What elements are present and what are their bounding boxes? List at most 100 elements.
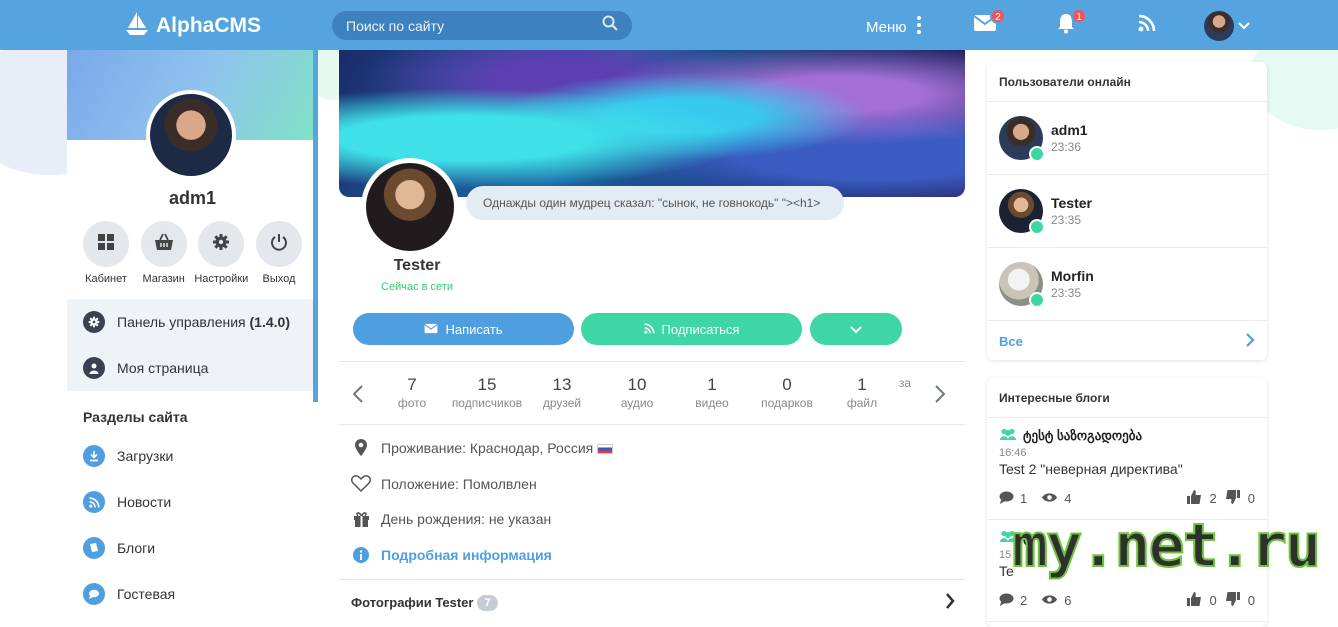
russia-flag-icon bbox=[597, 443, 614, 454]
info-icon bbox=[351, 547, 371, 563]
online-users-title: Пользователи онлайн bbox=[987, 62, 1267, 102]
menu-label: Меню bbox=[866, 18, 907, 36]
notifications-badge: 1 bbox=[1071, 8, 1087, 24]
my-page-label: Моя страница bbox=[117, 360, 209, 376]
settings-button[interactable]: Настройки bbox=[193, 221, 249, 285]
sidebar-item-news[interactable]: Новости bbox=[67, 479, 318, 525]
details-link[interactable]: Подробная информация bbox=[381, 547, 552, 563]
write-label: Написать bbox=[445, 321, 503, 337]
sidebar-scrollbar[interactable] bbox=[313, 50, 318, 402]
divider bbox=[339, 361, 965, 362]
relationship-text: Положение: Помолвлен bbox=[381, 475, 537, 492]
status-bubble: Однажды один мудрец сказал: "сынок, не г… bbox=[466, 186, 844, 220]
photos-label: Фотографии Tester bbox=[351, 595, 474, 610]
rss-button[interactable] bbox=[1134, 13, 1160, 37]
avatar[interactable] bbox=[146, 90, 236, 180]
more-actions-button[interactable] bbox=[810, 313, 902, 345]
book-icon bbox=[83, 537, 105, 559]
stat-video[interactable]: 1 видео bbox=[672, 375, 752, 410]
quick-actions: Кабинет Магазин Настройки Выход bbox=[67, 221, 318, 285]
search-icon[interactable] bbox=[602, 15, 618, 36]
user-menu[interactable] bbox=[1204, 11, 1250, 41]
blog-time: 16:46 bbox=[999, 447, 1027, 459]
online-indicator-icon bbox=[1029, 292, 1045, 308]
messages-button[interactable]: 2 bbox=[972, 8, 1006, 37]
logout-label: Выход bbox=[262, 273, 296, 285]
stat-photos[interactable]: 7 фото bbox=[372, 375, 452, 410]
likes-count: 0 bbox=[1209, 593, 1217, 608]
cabinet-button[interactable]: Кабинет bbox=[78, 221, 134, 285]
user-icon bbox=[83, 357, 105, 379]
shop-button[interactable]: Магазин bbox=[136, 221, 192, 285]
stat-more[interactable]: за bbox=[885, 375, 925, 390]
user-time: 23:35 bbox=[1051, 213, 1082, 227]
thumbs-up-icon[interactable] bbox=[1186, 592, 1202, 609]
brand-name: AlphaCMS bbox=[156, 14, 261, 37]
download-icon bbox=[83, 445, 105, 467]
user-time: 23:35 bbox=[1051, 286, 1082, 300]
chevron-right-icon[interactable] bbox=[935, 385, 946, 408]
thumbs-down-icon[interactable] bbox=[1225, 592, 1240, 609]
chevron-right-icon bbox=[945, 593, 955, 612]
rss-icon bbox=[83, 491, 105, 513]
comment-icon bbox=[83, 583, 105, 605]
subscribe-label: Подписаться bbox=[661, 321, 740, 337]
ship-icon bbox=[124, 10, 150, 42]
chevron-left-icon[interactable] bbox=[352, 385, 363, 408]
stat-audio[interactable]: 10 аудио bbox=[597, 375, 677, 410]
sidebar-username[interactable]: adm1 bbox=[67, 188, 318, 209]
chevron-down-icon bbox=[1238, 17, 1250, 35]
rss-icon bbox=[1138, 14, 1156, 37]
photos-count-badge: 7 bbox=[477, 594, 498, 611]
avatar bbox=[999, 262, 1045, 308]
comments-count: 2 bbox=[1020, 593, 1028, 608]
profile-name: Tester bbox=[393, 257, 441, 274]
more-vertical-icon bbox=[916, 16, 921, 38]
mail-icon bbox=[424, 322, 439, 337]
list-item[interactable]: adm1 23:36 bbox=[987, 102, 1267, 175]
top-navbar: AlphaCMS Меню 2 1 bbox=[0, 0, 1338, 50]
details-row[interactable]: Подробная информация bbox=[351, 547, 552, 563]
stat-subscribers[interactable]: 15 подписчиков bbox=[447, 375, 527, 410]
chevron-right-icon bbox=[1246, 332, 1255, 350]
sidebar-item-blogs[interactable]: Блоги bbox=[67, 525, 318, 571]
stat-gifts[interactable]: 0 подарков bbox=[747, 375, 827, 410]
subscribe-button[interactable]: Подписаться bbox=[581, 313, 802, 345]
photos-section-header[interactable]: Фотографии Tester 7 bbox=[351, 593, 955, 612]
write-message-button[interactable]: Написать bbox=[353, 313, 574, 345]
residence-text: Проживание: Краснодар, Россия bbox=[381, 439, 594, 456]
guestbook-label: Гостевая bbox=[117, 586, 176, 602]
avatar[interactable] bbox=[361, 158, 459, 256]
logout-button[interactable]: Выход bbox=[251, 221, 307, 285]
list-item[interactable]: Morfin 23:35 bbox=[987, 248, 1267, 321]
online-indicator-icon bbox=[1029, 219, 1045, 235]
relationship-row: Положение: Помолвлен bbox=[351, 475, 537, 492]
search-input[interactable] bbox=[346, 17, 586, 34]
sidebar-item-downloads[interactable]: Загрузки bbox=[67, 433, 318, 479]
grid-icon bbox=[97, 233, 115, 256]
menu-button[interactable]: Меню bbox=[866, 16, 921, 38]
chevron-down-icon bbox=[850, 322, 862, 337]
admin-nav-block: Панель управления (1.4.0) Моя страница bbox=[67, 299, 318, 391]
profile-main: Однажды один мудрец сказал: "сынок, не г… bbox=[339, 50, 965, 627]
list-item[interactable]: Tester 23:35 bbox=[987, 175, 1267, 248]
blogs-label: Блоги bbox=[117, 540, 156, 556]
blog-title: ტესტ საზოგადოება bbox=[1023, 428, 1143, 443]
views-count: 6 bbox=[1064, 593, 1072, 608]
stat-friends[interactable]: 13 друзей bbox=[522, 375, 602, 410]
notifications-button[interactable]: 1 bbox=[1053, 8, 1087, 37]
sidebar-item-admin-panel[interactable]: Панель управления (1.4.0) bbox=[67, 299, 318, 345]
sidebar-item-guestbook[interactable]: Гостевая bbox=[67, 571, 318, 617]
blog-stats: 2 6 0 0 bbox=[999, 592, 1255, 609]
gear-icon bbox=[83, 311, 105, 333]
residence-row: Проживание: Краснодар, Россия bbox=[351, 439, 614, 456]
sidebar-item-my-page[interactable]: Моя страница bbox=[67, 345, 318, 391]
rss-icon bbox=[643, 322, 655, 337]
all-users-link[interactable]: Все bbox=[987, 321, 1267, 360]
watermark: my.net.ru bbox=[1011, 510, 1322, 582]
profile-stats: 7 фото 15 подписчиков 13 друзей 10 аудио 1 ви… bbox=[339, 363, 965, 425]
divider bbox=[339, 579, 965, 580]
avatar bbox=[999, 189, 1045, 235]
user-name: adm1 bbox=[1051, 122, 1088, 138]
site-logo[interactable]: AlphaCMS bbox=[124, 10, 261, 42]
